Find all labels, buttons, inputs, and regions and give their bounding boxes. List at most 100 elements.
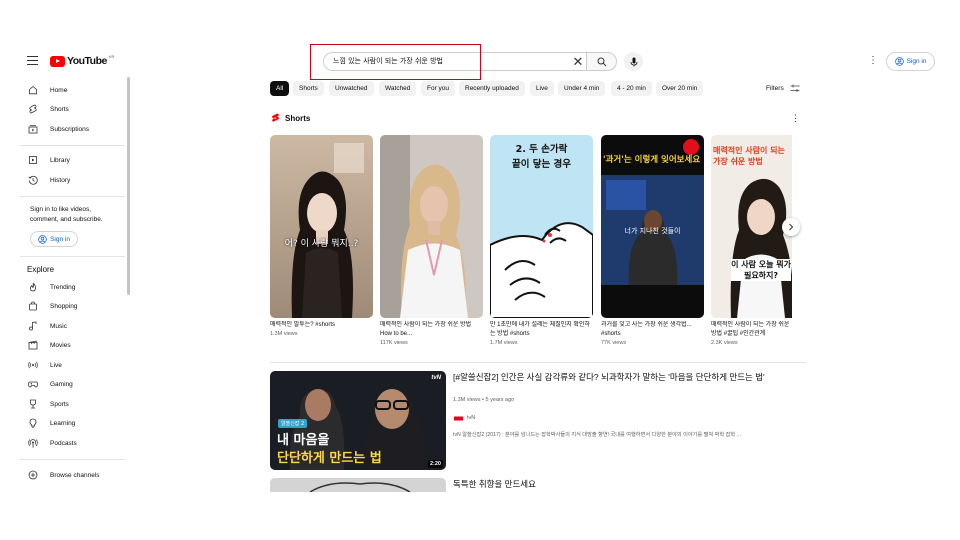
account-icon — [38, 234, 47, 244]
clear-search-icon[interactable]: ✕ — [571, 53, 585, 70]
sidebar-item-history[interactable]: History — [27, 173, 70, 187]
voice-search-button[interactable] — [624, 52, 643, 71]
logo-text: YouTube — [67, 55, 107, 67]
library-icon — [27, 155, 38, 166]
sidebar-item-label: Library — [50, 156, 70, 164]
chip-unwatched[interactable]: Unwatched — [329, 81, 374, 96]
youtube-logo[interactable]: YouTube KR — [50, 53, 115, 67]
shopping-icon — [27, 301, 38, 312]
chip-for-you[interactable]: For you — [421, 81, 456, 96]
gaming-icon — [27, 379, 38, 390]
video-title[interactable]: [#알쓸신잡2] 인간은 사실 감각류와 같다? 뇌과학자가 말하는 '마음을 … — [453, 371, 783, 383]
search-button[interactable] — [586, 52, 617, 71]
sidebar-divider — [20, 256, 125, 257]
shorts-next-button[interactable] — [782, 218, 800, 236]
sidebar-item-shopping[interactable]: Shopping — [27, 299, 77, 313]
header-signin-button[interactable]: Sign in — [886, 52, 935, 71]
channel-link[interactable]: tvN — [453, 413, 475, 423]
chip-shorts[interactable]: Shorts — [293, 81, 324, 96]
chip-recently-uploaded[interactable]: Recently uploaded — [459, 81, 525, 96]
sidebar-item-label: Shorts — [50, 105, 69, 113]
short-overlay-title: '과거'는 이렇게 잊어보세요 — [603, 155, 701, 165]
short-card[interactable]: 매력적인 사람이 되는 가장 쉬운 방법 How to be... 117K v… — [380, 135, 483, 346]
add-circle-icon — [27, 470, 38, 481]
history-icon — [27, 175, 38, 186]
logo-region: KR — [108, 53, 115, 59]
sidebar-item-label: Trending — [50, 283, 76, 291]
short-card[interactable]: 2. 두 손가락 끝이 닿는 경우 만 1초만에 내가 설레는 체질인지 확인하… — [490, 135, 593, 346]
short-title: 매력적인 말투는? #shorts — [270, 322, 335, 328]
video-description: tvN 알쓸신잡2 (2017) : 분야를 넘나드는 잡학박사들의 지식 대방… — [453, 432, 741, 438]
sidebar-item-trending[interactable]: Trending — [27, 280, 75, 294]
chip-4-20-min[interactable]: 4 - 20 min — [611, 81, 652, 96]
video-duration: 2:20 — [427, 460, 443, 468]
sidebar-item-browse-channels[interactable]: Browse channels — [27, 468, 100, 482]
short-views: 1.3M views — [270, 331, 298, 337]
video-thumbnail[interactable]: 알쓸신잡 2 내 마음을 단단하게 만드는 법 tvN 2:20 — [270, 371, 446, 470]
account-icon — [894, 57, 904, 66]
sidebar-item-shorts[interactable]: Shorts — [27, 102, 69, 116]
sidebar-item-label: Gaming — [50, 380, 73, 388]
chip-watched[interactable]: Watched — [379, 81, 417, 96]
sidebar-item-learning[interactable]: Learning — [27, 416, 75, 430]
sidebar-item-home[interactable]: Home — [27, 83, 67, 97]
search-highlight-box — [310, 44, 481, 80]
short-thumbnail: 2. 두 손가락 끝이 닿는 경우 — [490, 135, 593, 318]
chip-all[interactable]: All — [270, 81, 290, 96]
short-thumbnail: 어? 이 사람 뭐지..? — [270, 135, 373, 318]
sidebar-item-live[interactable]: Live — [27, 358, 62, 372]
sidebar-divider — [20, 459, 125, 460]
short-overlay-text: 어? 이 사람 뭐지..? — [284, 239, 359, 249]
header-signin-label: Sign in — [906, 58, 927, 65]
video-thumb-line2: 단단하게 만드는 법 — [277, 451, 382, 466]
sidebar-signin-button[interactable]: Sign in — [30, 231, 78, 247]
live-icon — [27, 360, 38, 371]
sidebar-item-gaming[interactable]: Gaming — [27, 377, 73, 391]
sidebar-item-podcasts[interactable]: Podcasts — [27, 436, 77, 450]
sidebar-item-subscriptions[interactable]: Subscriptions — [27, 122, 89, 136]
filter-sliders-icon — [790, 84, 800, 92]
sidebar-item-library[interactable]: Library — [27, 153, 70, 167]
video-thumb-logo: tvN — [431, 375, 441, 381]
chip-over-20-min[interactable]: Over 20 min — [656, 81, 704, 96]
microphone-icon — [630, 57, 637, 66]
filters-button[interactable]: Filters — [766, 81, 800, 96]
shorts-logo-icon — [271, 113, 280, 122]
learning-icon — [27, 418, 38, 429]
short-title: 과거를 잊고 사는 가장 쉬운 생각법... #shorts — [601, 322, 692, 337]
video-title[interactable]: 독특한 취향을 만드세요 — [453, 478, 536, 490]
sidebar-item-label: Sports — [50, 400, 69, 408]
menu-icon[interactable] — [27, 56, 38, 65]
chip-under-4-min[interactable]: Under 4 min — [558, 81, 606, 96]
sidebar-scrollbar[interactable] — [127, 77, 130, 295]
explore-heading: Explore — [27, 265, 55, 274]
sidebar-signin-label: Sign in — [50, 235, 70, 243]
sidebar-item-sports[interactable]: Sports — [27, 397, 69, 411]
video-thumb-badge: 알쓸신잡 2 — [278, 419, 308, 428]
short-views: 77K views — [601, 340, 627, 346]
shorts-shelf-header: Shorts — [271, 113, 310, 124]
video-meta: 1.3M views • 5 years ago — [453, 397, 515, 403]
short-card[interactable]: 어? 이 사람 뭐지..? 매력적인 말투는? #shorts 1.3M vie… — [270, 135, 373, 337]
short-card[interactable]: 매력적인 사람이 되는 가장 쉬운 방법 이 사람 오늘 뭐가 필요하지? 매력… — [711, 135, 792, 346]
home-icon — [27, 85, 38, 96]
short-overlay-text: 이 사람 오늘 뭐가 필요하지? — [731, 259, 791, 281]
settings-more-icon[interactable]: ⋮ — [868, 55, 878, 67]
channel-avatar — [453, 413, 463, 423]
sidebar-item-label: Shopping — [50, 302, 78, 310]
short-overlay-text: 너가 지나친 것들이 — [624, 227, 681, 235]
sidebar-item-movies[interactable]: Movies — [27, 338, 71, 352]
subscriptions-icon — [27, 124, 38, 135]
short-views: 117K views — [380, 340, 408, 346]
short-title: 매력적인 사람이 되는 가장 쉬운 방법 How to be... — [380, 322, 472, 337]
short-card[interactable]: '과거'는 이렇게 잊어보세요 너가 지나친 것들이 과거를 잊고 사는 가장 … — [601, 135, 704, 346]
shorts-menu-icon[interactable]: ⋮ — [791, 113, 800, 124]
shorts-heading: Shorts — [285, 114, 311, 123]
sidebar-divider — [20, 145, 125, 146]
sidebar-item-music[interactable]: Music — [27, 319, 67, 333]
video-thumbnail[interactable] — [270, 478, 446, 492]
short-overlay-title: 2. 두 손가락 — [515, 144, 568, 155]
chip-live[interactable]: Live — [530, 81, 554, 96]
sidebar-item-label: Music — [50, 322, 67, 330]
trending-icon — [27, 282, 38, 293]
